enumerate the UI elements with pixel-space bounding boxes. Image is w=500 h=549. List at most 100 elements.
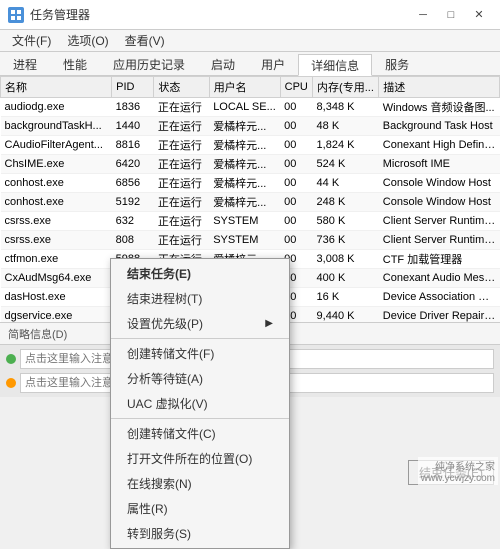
table-row[interactable]: csrss.exe808正在运行SYSTEM00736 KClient Serv… (1, 231, 500, 250)
table-row[interactable]: backgroundTaskH...1440正在运行爱橘梓元...0048 KB… (1, 117, 500, 136)
col-desc[interactable]: 描述 (379, 77, 500, 98)
status-text[interactable]: 简略信息(D) (8, 326, 67, 342)
cell-0: CxAudMsg64.exe (1, 269, 112, 288)
ctx-separator (111, 338, 289, 339)
tab-performance[interactable]: 性能 (50, 53, 100, 75)
maximize-button[interactable]: □ (438, 5, 464, 25)
cell-2: 正在运行 (154, 174, 209, 193)
status-dot-green (6, 354, 16, 364)
minimize-button[interactable]: ─ (410, 5, 436, 25)
cell-4: 00 (280, 98, 312, 117)
tab-details[interactable]: 详细信息 (298, 54, 372, 76)
col-user[interactable]: 用户名 (209, 77, 280, 98)
cell-4: 00 (280, 136, 312, 155)
cell-5: 44 K (313, 174, 379, 193)
ctx-item-label: 结束任务(E) (127, 265, 191, 282)
ctx-item-label: UAC 虚拟化(V) (127, 395, 208, 412)
cell-6: Client Server Runtime ... (379, 231, 500, 250)
ctx-menu-item[interactable]: 创建转储文件(F) (111, 341, 289, 366)
table-row[interactable]: conhost.exe5192正在运行爱橘梓元...00248 KConsole… (1, 193, 500, 212)
ctx-menu-item[interactable]: 打开文件所在的位置(O) (111, 446, 289, 471)
ctx-menu-item[interactable]: 创建转储文件(C) (111, 421, 289, 446)
ctx-item-label: 属性(R) (127, 500, 168, 517)
cell-4: 00 (280, 174, 312, 193)
cell-3: LOCAL SE... (209, 98, 280, 117)
cell-5: 16 K (313, 288, 379, 307)
cell-4: 00 (280, 193, 312, 212)
ctx-menu-item[interactable]: 结束任务(E) (111, 261, 289, 286)
ctx-item-label: 结束进程树(T) (127, 290, 202, 307)
menu-view[interactable]: 查看(V) (117, 30, 173, 51)
table-row[interactable]: csrss.exe632正在运行SYSTEM00580 KClient Serv… (1, 212, 500, 231)
cell-0: csrss.exe (1, 231, 112, 250)
cell-0: csrss.exe (1, 212, 112, 231)
cell-5: 1,824 K (313, 136, 379, 155)
cell-6: Conexant Audio Mess... (379, 269, 500, 288)
cell-1: 808 (112, 231, 154, 250)
cell-1: 1836 (112, 98, 154, 117)
col-name[interactable]: 名称 (1, 77, 112, 98)
cell-6: Background Task Host (379, 117, 500, 136)
cell-5: 736 K (313, 231, 379, 250)
tab-processes[interactable]: 进程 (0, 53, 50, 75)
cell-6: Client Server Runtime ... (379, 212, 500, 231)
cell-6: Microsoft IME (379, 155, 500, 174)
title-bar: 任务管理器 ─ □ ✕ (0, 0, 500, 30)
col-pid[interactable]: PID (112, 77, 154, 98)
cell-4: 00 (280, 212, 312, 231)
watermark: 纯净系统之家 www.ycwjzy.com (418, 457, 498, 485)
cell-5: 8,348 K (313, 98, 379, 117)
status-dot-orange (6, 378, 16, 388)
cell-0: dgservice.exe (1, 307, 112, 323)
cell-1: 8816 (112, 136, 154, 155)
cell-1: 1440 (112, 117, 154, 136)
ctx-item-label: 在线搜索(N) (127, 475, 192, 492)
ctx-menu-item[interactable]: UAC 虚拟化(V) (111, 391, 289, 416)
cell-5: 48 K (313, 117, 379, 136)
watermark-url: www.ycwjzy.com (421, 473, 495, 484)
cell-0: dasHost.exe (1, 288, 112, 307)
ctx-item-label: 打开文件所在的位置(O) (127, 450, 252, 467)
ctx-menu-item[interactable]: 设置优先级(P) ▶ (111, 311, 289, 336)
cell-6: Windows 音频设备图... (379, 98, 500, 117)
cell-5: 400 K (313, 269, 379, 288)
cell-3: 爱橘梓元... (209, 174, 280, 193)
cell-6: Device Driver Repair ... (379, 307, 500, 323)
submenu-arrow-icon: ▶ (265, 318, 273, 329)
app-icon (8, 7, 24, 23)
tab-users[interactable]: 用户 (248, 53, 298, 75)
cell-6: Device Association Fr... (379, 288, 500, 307)
table-row[interactable]: ChsIME.exe6420正在运行爱橘梓元...00524 KMicrosof… (1, 155, 500, 174)
table-row[interactable]: CAudioFilterAgent...8816正在运行爱橘梓元...001,8… (1, 136, 500, 155)
col-cpu[interactable]: CPU (280, 77, 312, 98)
ctx-separator (111, 418, 289, 419)
cell-1: 632 (112, 212, 154, 231)
ctx-menu-item[interactable]: 属性(R) (111, 496, 289, 521)
col-mem[interactable]: 内存(专用... (313, 77, 379, 98)
menu-file[interactable]: 文件(F) (4, 30, 59, 51)
ctx-menu-item[interactable]: 转到服务(S) (111, 521, 289, 546)
tab-startup[interactable]: 启动 (198, 53, 248, 75)
ctx-item-label: 创建转储文件(C) (127, 425, 216, 442)
ctx-menu-item[interactable]: 结束进程树(T) (111, 286, 289, 311)
menu-options[interactable]: 选项(O) (59, 30, 116, 51)
ctx-menu-item[interactable]: 在线搜索(N) (111, 471, 289, 496)
cell-6: CTF 加载管理器 (379, 250, 500, 269)
cell-1: 6420 (112, 155, 154, 174)
cell-2: 正在运行 (154, 193, 209, 212)
table-row[interactable]: audiodg.exe1836正在运行LOCAL SE...008,348 KW… (1, 98, 500, 117)
ctx-item-label: 设置优先级(P) (127, 315, 203, 332)
cell-5: 524 K (313, 155, 379, 174)
cell-1: 5192 (112, 193, 154, 212)
cell-1: 6856 (112, 174, 154, 193)
col-status[interactable]: 状态 (154, 77, 209, 98)
cell-6: Console Window Host (379, 174, 500, 193)
cell-2: 正在运行 (154, 212, 209, 231)
close-button[interactable]: ✕ (466, 5, 492, 25)
tab-services[interactable]: 服务 (372, 53, 422, 75)
tab-app-history[interactable]: 应用历史记录 (100, 53, 198, 75)
ctx-item-label: 分析等待链(A) (127, 370, 203, 387)
cell-4: 00 (280, 117, 312, 136)
table-row[interactable]: conhost.exe6856正在运行爱橘梓元...0044 KConsole … (1, 174, 500, 193)
ctx-menu-item[interactable]: 分析等待链(A) (111, 366, 289, 391)
